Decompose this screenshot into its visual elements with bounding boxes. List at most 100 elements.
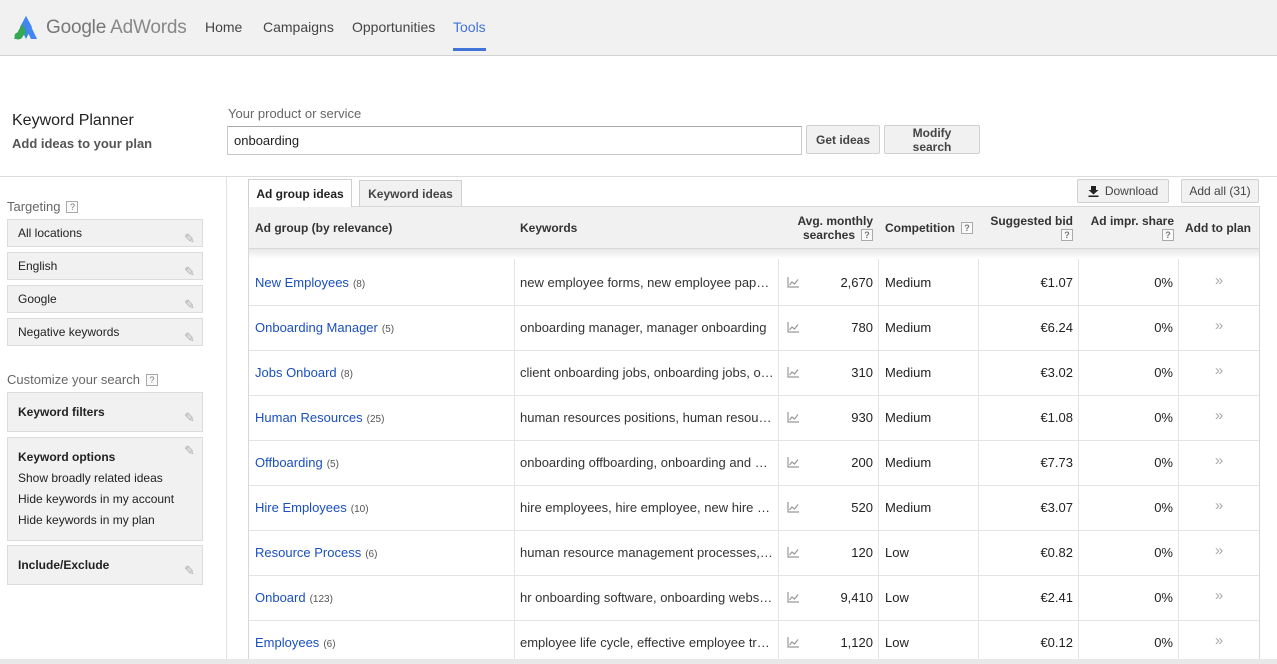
ad-impr-share-cell: 0%	[1154, 500, 1173, 515]
targeting-negative-keywords-label: Negative keywords	[18, 325, 120, 339]
product-input[interactable]	[227, 126, 802, 155]
ad-impr-share-cell: 0%	[1154, 590, 1173, 605]
col-add-to-plan: Add to plan	[1185, 221, 1251, 235]
double-chevron-right-icon[interactable]: »	[1184, 621, 1254, 664]
help-icon[interactable]: ?	[1162, 229, 1174, 241]
download-button[interactable]: Download	[1077, 179, 1169, 203]
nav-tools[interactable]: Tools	[453, 19, 486, 51]
trend-chart-icon[interactable]	[787, 261, 803, 306]
col-ad-impr-share[interactable]: Ad impr. share ?	[1079, 214, 1174, 242]
keywords-cell: hire employees, hire employee, new hire …	[520, 500, 774, 515]
download-label: Download	[1104, 184, 1159, 198]
suggested-bid-cell: €3.07	[1040, 500, 1073, 515]
pencil-icon[interactable]: ✎	[184, 324, 195, 351]
trend-chart-icon[interactable]	[787, 351, 803, 396]
ad-group-link[interactable]: Jobs Onboard	[255, 365, 337, 380]
col-avg-monthly-searches[interactable]: Avg. monthly searches?	[789, 214, 873, 242]
help-icon[interactable]: ?	[861, 229, 873, 241]
keyword-option-line: Hide keywords in my plan	[18, 513, 155, 527]
targeting-locations-label: All locations	[18, 226, 83, 240]
ad-group-count: (5)	[326, 459, 339, 470]
trend-chart-icon[interactable]	[787, 486, 803, 531]
page-title: Keyword Planner	[12, 112, 134, 129]
double-chevron-right-icon[interactable]: »	[1184, 261, 1254, 306]
nav-home[interactable]: Home	[205, 19, 242, 51]
col-competition[interactable]: Competition?	[885, 221, 973, 235]
pencil-icon[interactable]: ✎	[184, 443, 195, 459]
avg-monthly-searches-cell: 520	[851, 500, 873, 515]
modify-search-button[interactable]: Modify search	[884, 125, 980, 154]
header-shadow	[249, 249, 1259, 259]
avg-monthly-searches-cell: 120	[851, 545, 873, 560]
pencil-icon[interactable]: ✎	[184, 291, 195, 318]
trend-chart-icon[interactable]	[787, 531, 803, 576]
keywords-cell: onboarding offboarding, onboarding and o…	[520, 455, 774, 470]
ad-group-link[interactable]: Onboard	[255, 590, 306, 605]
trend-chart-icon[interactable]	[787, 441, 803, 486]
keywords-cell: human resources positions, human resourc…	[520, 410, 774, 425]
double-chevron-right-icon[interactable]: »	[1184, 486, 1254, 531]
targeting-network[interactable]: Google ✎	[7, 285, 203, 313]
trend-chart-icon[interactable]	[787, 396, 803, 441]
get-ideas-button[interactable]: Get ideas	[806, 125, 880, 154]
double-chevron-right-icon[interactable]: »	[1184, 576, 1254, 621]
ad-group-link[interactable]: Onboarding Manager	[255, 320, 378, 335]
nav-opportunities[interactable]: Opportunities	[352, 19, 435, 51]
ad-group-count: (25)	[366, 414, 385, 425]
ad-group-link[interactable]: New Employees	[255, 275, 349, 290]
ad-group-cell: Jobs Onboard (8)	[255, 351, 510, 396]
double-chevron-right-icon[interactable]: »	[1184, 351, 1254, 396]
targeting-language[interactable]: English ✎	[7, 252, 203, 280]
targeting-language-label: English	[18, 259, 58, 273]
keyword-filters-label: Keyword filters	[18, 405, 105, 419]
pencil-icon[interactable]: ✎	[184, 551, 195, 590]
suggested-bid-cell: €1.07	[1040, 275, 1073, 290]
competition-cell: Medium	[885, 500, 932, 515]
tab-ad-group-ideas[interactable]: Ad group ideas	[248, 179, 352, 207]
ad-impr-share-cell: 0%	[1154, 635, 1173, 650]
ad-group-cell: Offboarding (5)	[255, 441, 510, 486]
double-chevron-right-icon[interactable]: »	[1184, 531, 1254, 576]
ad-group-link[interactable]: Offboarding	[255, 455, 323, 470]
col-ad-group[interactable]: Ad group (by relevance)	[255, 221, 392, 235]
horizontal-scrollbar[interactable]	[0, 659, 1277, 664]
ad-impr-share-cell: 0%	[1154, 455, 1173, 470]
adwords-logo[interactable]: Google AdWords	[13, 14, 187, 42]
keywords-cell: hr onboarding software, onboarding websi…	[520, 590, 774, 605]
pencil-icon[interactable]: ✎	[184, 258, 195, 285]
col-avg-monthly-line2: searches	[802, 228, 855, 242]
targeting-locations[interactable]: All locations ✎	[7, 219, 203, 247]
double-chevron-right-icon[interactable]: »	[1184, 441, 1254, 486]
avg-monthly-searches-cell: 780	[851, 320, 873, 335]
competition-cell: Low	[885, 545, 909, 560]
col-avg-monthly-line1: Avg. monthly	[797, 214, 873, 228]
help-icon[interactable]: ?	[145, 374, 158, 386]
ad-group-count: (123)	[309, 594, 333, 605]
add-all-button[interactable]: Add all (31)	[1181, 179, 1259, 203]
double-chevron-right-icon[interactable]: »	[1184, 396, 1254, 441]
pencil-icon[interactable]: ✎	[184, 398, 195, 437]
ad-group-link[interactable]: Resource Process	[255, 545, 361, 560]
include-exclude[interactable]: Include/Exclude ✎	[7, 545, 203, 585]
ad-impr-share-cell: 0%	[1154, 365, 1173, 380]
ad-group-link[interactable]: Human Resources	[255, 410, 363, 425]
ad-group-link[interactable]: Employees	[255, 635, 319, 650]
trend-chart-icon[interactable]	[787, 621, 803, 664]
help-icon[interactable]: ?	[961, 222, 973, 234]
nav-campaigns[interactable]: Campaigns	[263, 19, 334, 51]
keyword-options[interactable]: Keyword options Show broadly related ide…	[7, 437, 203, 541]
double-chevron-right-icon[interactable]: »	[1184, 306, 1254, 351]
help-icon[interactable]: ?	[66, 201, 79, 213]
help-icon[interactable]: ?	[1061, 229, 1073, 241]
trend-chart-icon[interactable]	[787, 306, 803, 351]
pencil-icon[interactable]: ✎	[184, 225, 195, 252]
table-row: Human Resources (25) human resources posit…	[249, 396, 1259, 441]
keywords-cell: client onboarding jobs, onboarding jobs,…	[520, 365, 774, 380]
ad-group-link[interactable]: Hire Employees	[255, 500, 347, 515]
tab-keyword-ideas[interactable]: Keyword ideas	[359, 180, 462, 206]
trend-chart-icon[interactable]	[787, 576, 803, 621]
keyword-filters[interactable]: Keyword filters ✎	[7, 392, 203, 432]
targeting-negative-keywords[interactable]: Negative keywords ✎	[7, 318, 203, 346]
col-suggested-bid[interactable]: Suggested bid ?	[977, 214, 1073, 242]
keywords-cell: employee life cycle, effective employee …	[520, 635, 774, 650]
